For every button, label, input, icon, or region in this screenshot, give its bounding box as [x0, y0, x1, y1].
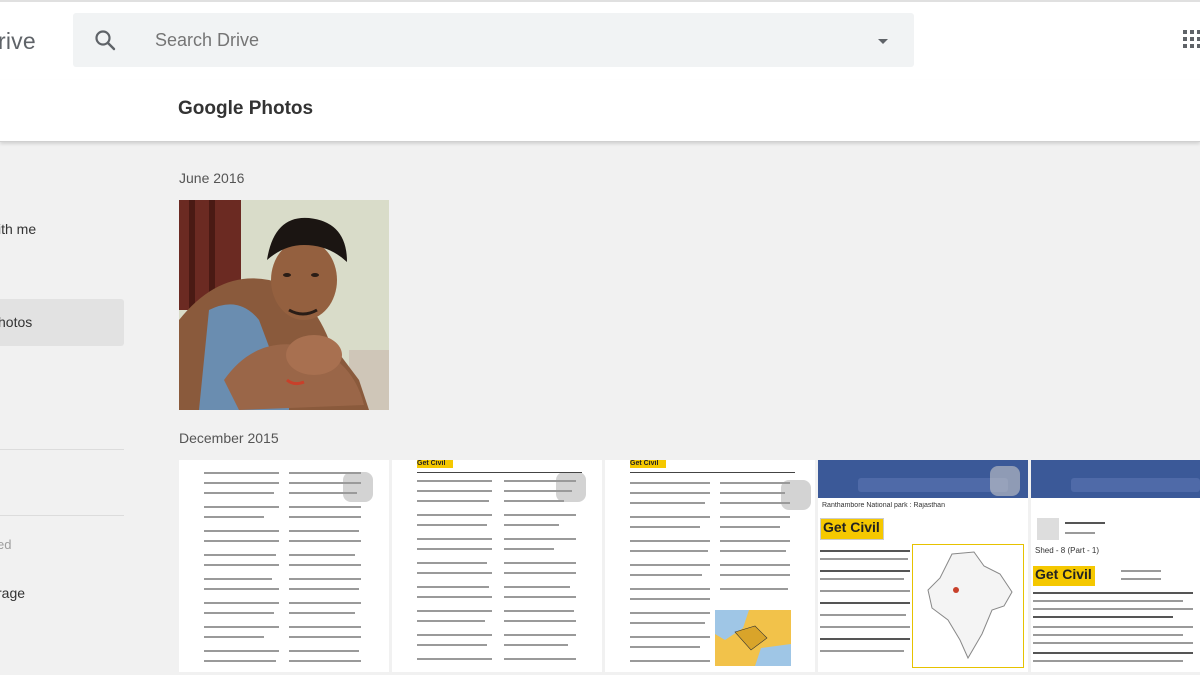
apps-grid-icon[interactable]	[1181, 28, 1200, 50]
select-checkbox[interactable]	[556, 472, 586, 502]
section-heading-december-2015: December 2015	[179, 430, 279, 446]
page-title: Google Photos	[178, 98, 314, 119]
sidebar-divider	[0, 449, 124, 450]
search-box[interactable]	[73, 13, 914, 67]
section-heading-june-2016: June 2016	[179, 170, 245, 186]
sidebar-item-shared-with-me[interactable]: ith me	[0, 206, 124, 253]
map-figure	[715, 610, 791, 666]
getcivil-logo: Get Civil	[1033, 566, 1095, 586]
getcivil-logo: Get Civil	[630, 460, 666, 468]
app-brand[interactable]: rive	[0, 28, 36, 55]
page-avatar	[1037, 518, 1059, 540]
storage-caption: ed	[0, 537, 12, 552]
sidebar-item-storage[interactable]: rage	[0, 570, 124, 617]
search-icon[interactable]	[93, 28, 117, 52]
select-checkbox[interactable]	[343, 472, 373, 502]
sidebar-item-label: ith me	[0, 221, 37, 237]
page-header: Google Photos	[0, 80, 1200, 142]
screenshot-thumbnail[interactable]: Shed - 8 (Part - 1) Get Civil	[1031, 460, 1200, 672]
post-title: Ranthambore National park : Rajasthan	[822, 502, 945, 509]
document-thumbnail[interactable]: Get Civil	[392, 460, 602, 672]
document-thumbnail[interactable]	[179, 460, 389, 672]
india-map-figure	[912, 544, 1024, 668]
getcivil-logo: Get Civil	[417, 460, 453, 468]
select-checkbox[interactable]	[781, 480, 811, 510]
sidebar-item-google-photos[interactable]: hotos	[0, 299, 124, 346]
document-thumbnail[interactable]: Get Civil	[605, 460, 815, 672]
top-bar: rive	[0, 0, 1200, 80]
getcivil-logo: Get Civil	[820, 518, 884, 540]
sidebar-item-label: hotos	[0, 314, 33, 330]
photo-thumbnail[interactable]	[179, 200, 389, 410]
facebook-search-bar	[1071, 478, 1200, 492]
search-input[interactable]	[155, 27, 835, 53]
sidebar-divider	[0, 515, 124, 516]
screenshot-thumbnail[interactable]: Ranthambore National park : Rajasthan Ge…	[818, 460, 1028, 672]
chevron-down-icon[interactable]	[873, 31, 893, 51]
select-checkbox[interactable]	[990, 466, 1020, 496]
post-title: Shed - 8 (Part - 1)	[1035, 546, 1100, 555]
portrait-image	[179, 200, 389, 410]
facebook-search-bar	[858, 478, 1008, 492]
sidebar-item-label: rage	[0, 585, 26, 601]
